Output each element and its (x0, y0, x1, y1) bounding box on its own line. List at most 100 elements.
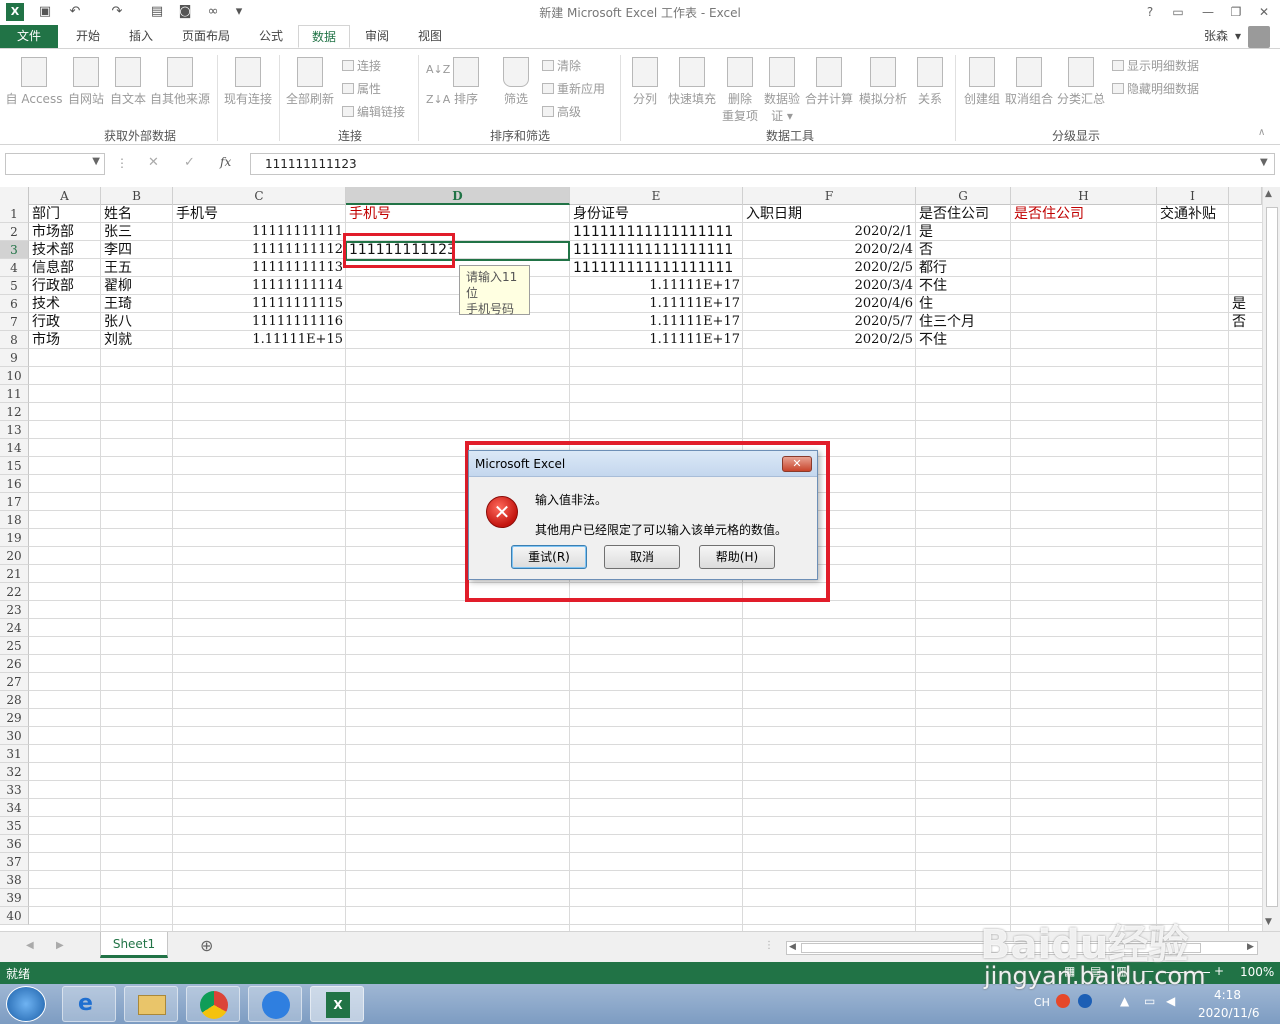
cell-F4[interactable]: 2020/2/5 (744, 259, 915, 277)
from-access-button[interactable]: 自 Access (4, 57, 64, 107)
filter-button[interactable]: 筛选 (500, 57, 532, 107)
cell-A3[interactable]: 技术部 (30, 241, 76, 259)
cell-B4[interactable]: 王五 (102, 259, 134, 277)
row-header-18[interactable]: 18 (0, 511, 29, 529)
ie-taskbar-button[interactable]: e (62, 986, 116, 1022)
tab-formulas[interactable]: 公式 (253, 25, 289, 48)
cell-F2[interactable]: 2020/2/1 (744, 223, 915, 241)
cell-C2[interactable]: 11111111111 (174, 223, 345, 241)
user-name[interactable]: 张森 (1196, 25, 1236, 48)
help-button[interactable]: ? (1138, 2, 1162, 22)
column-header-A[interactable]: A (29, 187, 101, 205)
row-header-37[interactable]: 37 (0, 853, 29, 871)
column-header-F[interactable]: F (743, 187, 916, 205)
column-header-B[interactable]: B (101, 187, 173, 205)
cell-F1[interactable]: 入职日期 (744, 205, 804, 223)
row-header-26[interactable]: 26 (0, 655, 29, 673)
scroll-left-icon[interactable]: ◀ (789, 942, 796, 952)
cell-C8[interactable]: 1.11111E+15 (174, 331, 345, 349)
flash-fill-button[interactable]: 快速填充 (664, 57, 720, 107)
relationships-button[interactable]: 关系 (910, 57, 950, 107)
vertical-scrollbar[interactable]: ▲ ▼ (1262, 187, 1280, 931)
ribbon-display-icon[interactable]: ▭ (1166, 2, 1190, 22)
ime-icon[interactable] (1056, 994, 1070, 1008)
sort-button[interactable]: 排序 (450, 57, 482, 107)
row-header-32[interactable]: 32 (0, 763, 29, 781)
cell-E1[interactable]: 身份证号 (571, 205, 631, 223)
select-all-corner[interactable] (0, 187, 29, 205)
cell-E5[interactable]: 1.11111E+17 (571, 277, 742, 295)
edit-links-button[interactable]: 编辑链接 (342, 103, 405, 120)
cell-E8[interactable]: 1.11111E+17 (571, 331, 742, 349)
row-header-36[interactable]: 36 (0, 835, 29, 853)
row-header-25[interactable]: 25 (0, 637, 29, 655)
close-icon[interactable]: ✕ (1252, 2, 1276, 22)
advanced-filter-button[interactable]: 高级 (542, 103, 581, 120)
row-header-5[interactable]: 5 (0, 277, 29, 295)
row-header-6[interactable]: 6 (0, 295, 29, 313)
start-button[interactable] (6, 986, 46, 1022)
excel-taskbar-button[interactable]: X (310, 986, 364, 1022)
row-header-17[interactable]: 17 (0, 493, 29, 511)
cell-B5[interactable]: 翟柳 (102, 277, 134, 295)
cell-E6[interactable]: 1.11111E+17 (571, 295, 742, 313)
row-header-20[interactable]: 20 (0, 547, 29, 565)
column-header-I[interactable]: I (1157, 187, 1229, 205)
row-header-10[interactable]: 10 (0, 367, 29, 385)
restore-icon[interactable]: ❐ (1224, 2, 1248, 22)
formula-input[interactable]: 111111111123 (250, 153, 1275, 175)
cell-E7[interactable]: 1.11111E+17 (571, 313, 742, 331)
chrome-taskbar-button[interactable] (186, 986, 240, 1022)
row-header-8[interactable]: 8 (0, 331, 29, 349)
feishu-taskbar-button[interactable] (248, 986, 302, 1022)
cell-C4[interactable]: 11111111113 (174, 259, 345, 277)
name-box[interactable]: ▼ (5, 153, 105, 175)
cell-B1[interactable]: 姓名 (102, 205, 134, 223)
column-header-H[interactable]: H (1011, 187, 1157, 205)
cell-E3[interactable]: 111111111111111111 (571, 241, 735, 259)
row-header-38[interactable]: 38 (0, 871, 29, 889)
vertical-scroll-thumb[interactable] (1266, 207, 1278, 907)
cell-F5[interactable]: 2020/3/4 (744, 277, 915, 295)
cell-A6[interactable]: 技术 (30, 295, 62, 313)
row-header-12[interactable]: 12 (0, 403, 29, 421)
cell-E4[interactable]: 111111111111111111 (571, 259, 735, 277)
cell-G3[interactable]: 否 (917, 241, 935, 259)
cell-J7[interactable]: 否 (1230, 313, 1248, 331)
collapse-ribbon-icon[interactable]: ∧ (1258, 127, 1265, 138)
text-to-columns-button[interactable]: 分列 (626, 57, 664, 107)
cell-F7[interactable]: 2020/5/7 (744, 313, 915, 331)
group-button[interactable]: 创建组 (960, 57, 1004, 107)
cell-G1[interactable]: 是否住公司 (917, 205, 991, 223)
sort-az-icon[interactable]: A↓Z (426, 63, 450, 76)
cell-F3[interactable]: 2020/2/4 (744, 241, 915, 259)
column-header-C[interactable]: C (173, 187, 346, 205)
row-header-1[interactable]: 1 (0, 205, 29, 223)
cell-G8[interactable]: 不住 (917, 331, 949, 349)
zoom-in-icon[interactable]: + (1214, 964, 1224, 978)
cell-G5[interactable]: 不住 (917, 277, 949, 295)
existing-connections-button[interactable]: 现有连接 (220, 57, 276, 107)
tab-data[interactable]: 数据 (298, 25, 350, 48)
insert-function-icon[interactable]: fx (220, 155, 231, 169)
clock-date[interactable]: 2020/11/6 (1198, 1006, 1260, 1020)
tab-page-layout[interactable]: 页面布局 (176, 25, 236, 48)
cell-D1[interactable]: 手机号 (347, 205, 393, 223)
cell-A1[interactable]: 部门 (30, 205, 62, 223)
cell-G6[interactable]: 住 (917, 295, 935, 313)
minimize-icon[interactable]: — (1196, 2, 1220, 22)
cell-I1[interactable]: 交通补贴 (1158, 205, 1218, 223)
connections-button[interactable]: 连接 (342, 57, 381, 74)
column-header-E[interactable]: E (570, 187, 743, 205)
row-header-11[interactable]: 11 (0, 385, 29, 403)
help-button-dialog[interactable]: 帮助(H) (699, 545, 775, 569)
row-header-28[interactable]: 28 (0, 691, 29, 709)
cell-F6[interactable]: 2020/4/6 (744, 295, 915, 313)
avatar[interactable] (1248, 26, 1270, 48)
row-header-40[interactable]: 40 (0, 907, 29, 925)
cell-G4[interactable]: 都行 (917, 259, 949, 277)
sheet-tab-sheet1[interactable]: Sheet1 (100, 932, 168, 958)
row-header-3[interactable]: 3 (0, 241, 29, 259)
row-header-2[interactable]: 2 (0, 223, 29, 241)
cell-C1[interactable]: 手机号 (174, 205, 220, 223)
